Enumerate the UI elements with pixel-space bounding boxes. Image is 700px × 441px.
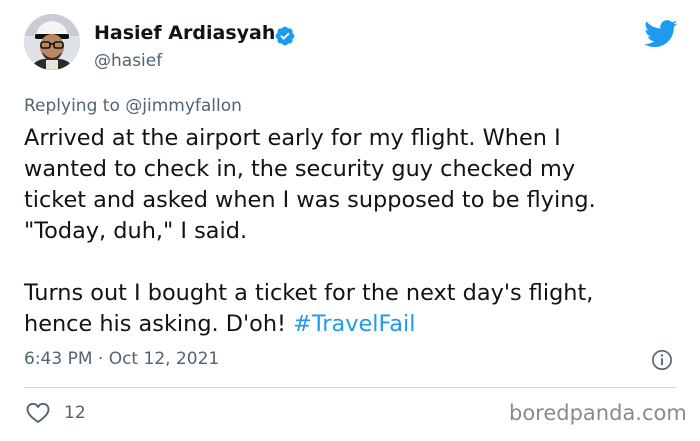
watermark: boredpanda.com	[509, 401, 687, 425]
tweet-timestamp[interactable]: 6:43 PM · Oct 12, 2021	[24, 349, 219, 369]
tweet-line: "Today, duh," I said.	[24, 218, 248, 244]
twitter-bird-icon[interactable]	[644, 20, 678, 48]
tweet-line: Arrived at the airport early for my flig…	[24, 125, 561, 151]
replying-to-handle-link[interactable]: @jimmyfallon	[125, 96, 242, 116]
hashtag-link[interactable]: #TravelFail	[293, 311, 415, 337]
heart-icon[interactable]	[26, 402, 50, 424]
tweet-line: hence his asking. D'oh! #TravelFail	[24, 309, 684, 340]
tweet-card: Hasief Ardiasyah @hasief Replying to @ji…	[0, 0, 700, 441]
tweet-line: Turns out I bought a ticket for the next…	[24, 280, 594, 306]
tweet-line-text: hence his asking. D'oh!	[24, 311, 294, 337]
replying-to: Replying to @jimmyfallon	[24, 96, 242, 116]
user-handle[interactable]: @hasief	[94, 51, 162, 71]
info-icon[interactable]	[651, 349, 673, 371]
display-name[interactable]: Hasief Ardiasyah	[94, 22, 275, 44]
divider	[24, 387, 676, 388]
verified-badge-icon	[275, 26, 295, 46]
replying-to-label: Replying to	[24, 96, 126, 116]
avatar-photo	[24, 14, 80, 70]
tweet-line: wanted to check in, the security guy che…	[24, 156, 576, 182]
avatar[interactable]	[24, 14, 80, 70]
tweet-line: ticket and asked when I was supposed to …	[24, 187, 596, 213]
tweet-text: Arrived at the airport early for my flig…	[24, 123, 684, 340]
like-count: 12	[64, 403, 86, 423]
